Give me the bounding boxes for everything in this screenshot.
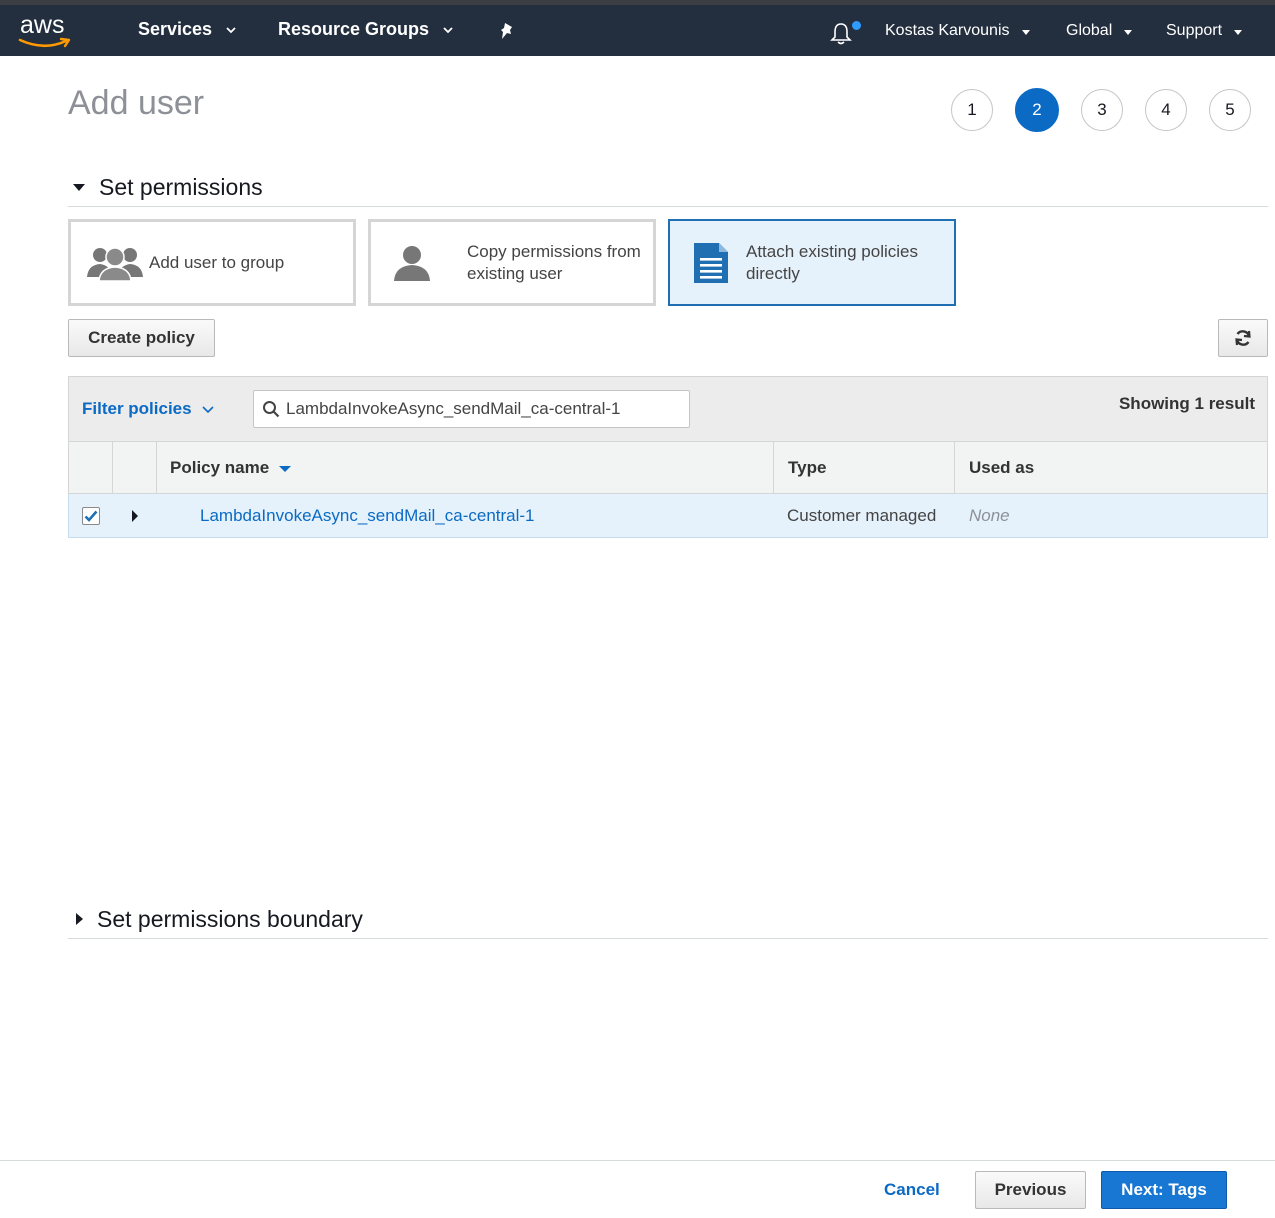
option-label-line1: Copy permissions from	[467, 241, 641, 261]
option-label-line2: existing user	[467, 263, 563, 283]
caret-down-icon	[1021, 29, 1030, 35]
checkmark-icon	[84, 510, 98, 522]
option-add-user-to-group[interactable]: Add user to group	[68, 219, 356, 306]
user-icon	[394, 245, 430, 281]
header-type-label: Type	[788, 457, 827, 477]
set-permissions-boundary-header[interactable]: Set permissions boundary	[68, 900, 1268, 939]
filter-policies-label: Filter policies	[82, 399, 192, 418]
services-menu[interactable]: Services	[138, 19, 236, 40]
step-1[interactable]: 1	[951, 89, 993, 131]
support-menu[interactable]: Support	[1166, 22, 1243, 40]
policy-type: Customer managed	[787, 505, 937, 525]
user-name: Kostas Karvounis	[885, 22, 1010, 39]
option-text: Copy permissions from existing user	[467, 241, 641, 285]
support-label: Support	[1166, 22, 1223, 39]
filter-policies-dropdown[interactable]: Filter policies	[82, 399, 214, 419]
aws-smile-icon	[18, 37, 71, 48]
region-menu[interactable]: Global	[1066, 22, 1133, 40]
step-4[interactable]: 4	[1145, 89, 1187, 131]
policy-name-link[interactable]: LambdaInvokeAsync_sendMail_ca-central-1	[200, 506, 535, 525]
step-3[interactable]: 3	[1081, 89, 1123, 131]
header-used-as-label: Used as	[969, 457, 1035, 477]
search-input[interactable]	[286, 399, 676, 419]
aws-logo-text: aws	[20, 11, 65, 39]
row-name-cell: LambdaInvokeAsync_sendMail_ca-central-1	[157, 506, 774, 526]
aws-logo[interactable]: aws	[18, 11, 78, 53]
caret-right-icon	[76, 913, 83, 925]
header-expand	[113, 442, 157, 493]
row-select-cell	[69, 506, 113, 525]
notification-dot	[852, 21, 861, 30]
policy-table: Filter policies Showing 1 result Policy …	[68, 376, 1268, 538]
header-policy-name-label: Policy name	[170, 457, 270, 477]
sort-desc-icon	[279, 465, 292, 472]
expand-row-icon[interactable]	[132, 509, 138, 522]
row-type-cell: Customer managed	[774, 506, 955, 526]
result-count: Showing 1 result	[1118, 394, 1255, 413]
caret-down-icon	[1234, 29, 1243, 35]
pin-icon[interactable]	[499, 22, 517, 42]
wizard-steps: 1 2 3 4 5	[951, 88, 1251, 132]
document-icon	[694, 242, 728, 283]
group-icon	[87, 246, 143, 282]
bell-icon[interactable]	[828, 21, 854, 47]
option-label-line1: Attach existing policies	[746, 241, 918, 261]
search-box[interactable]	[253, 390, 690, 428]
row-used-as-cell: None	[955, 506, 1267, 526]
header-type[interactable]: Type	[774, 442, 955, 493]
header-policy-name[interactable]: Policy name	[157, 442, 774, 493]
create-policy-button[interactable]: Create policy	[68, 319, 215, 357]
search-icon	[263, 401, 280, 418]
page-title: Add user	[68, 84, 205, 122]
row-checkbox[interactable]	[82, 506, 100, 525]
set-permissions-title: Set permissions	[99, 173, 263, 200]
resource-groups-label: Resource Groups	[278, 19, 430, 39]
top-nav-bar: aws Services Resource Groups Kostas Karv…	[0, 0, 1275, 56]
header-used-as[interactable]: Used as	[955, 442, 1267, 493]
chevron-down-icon	[443, 26, 453, 33]
row-expand-cell	[113, 509, 157, 522]
services-label: Services	[138, 19, 213, 39]
option-text: Attach existing policies directly	[746, 241, 918, 285]
filter-bar: Filter policies Showing 1 result	[68, 376, 1268, 442]
option-copy-permissions[interactable]: Copy permissions from existing user	[368, 219, 656, 306]
set-permissions-boundary-title: Set permissions boundary	[97, 905, 363, 932]
resource-groups-menu[interactable]: Resource Groups	[278, 19, 453, 40]
next-tags-button[interactable]: Next: Tags	[1101, 1171, 1227, 1209]
step-5[interactable]: 5	[1209, 89, 1251, 131]
step-2[interactable]: 2	[1015, 88, 1059, 132]
previous-button[interactable]: Previous	[975, 1171, 1086, 1209]
table-header: Policy name Type Used as	[68, 442, 1268, 494]
set-permissions-header[interactable]: Set permissions	[68, 168, 1268, 207]
chevron-down-icon	[226, 26, 236, 33]
chevron-down-icon	[202, 406, 214, 414]
wizard-footer: Cancel Previous Next: Tags	[0, 1160, 1275, 1218]
user-menu[interactable]: Kostas Karvounis	[885, 22, 1030, 40]
refresh-button[interactable]	[1218, 319, 1268, 357]
option-label-line2: directly	[746, 263, 800, 283]
policy-used-as: None	[969, 505, 1010, 525]
caret-down-icon	[73, 183, 85, 191]
region-label: Global	[1066, 22, 1113, 39]
option-label: Add user to group	[149, 252, 285, 272]
option-attach-policies[interactable]: Attach existing policies directly	[668, 219, 956, 306]
cancel-button[interactable]: Cancel	[884, 1180, 940, 1200]
refresh-icon	[1235, 330, 1251, 346]
caret-down-icon	[1124, 29, 1133, 35]
header-select	[69, 442, 113, 493]
table-row[interactable]: LambdaInvokeAsync_sendMail_ca-central-1 …	[68, 494, 1268, 538]
